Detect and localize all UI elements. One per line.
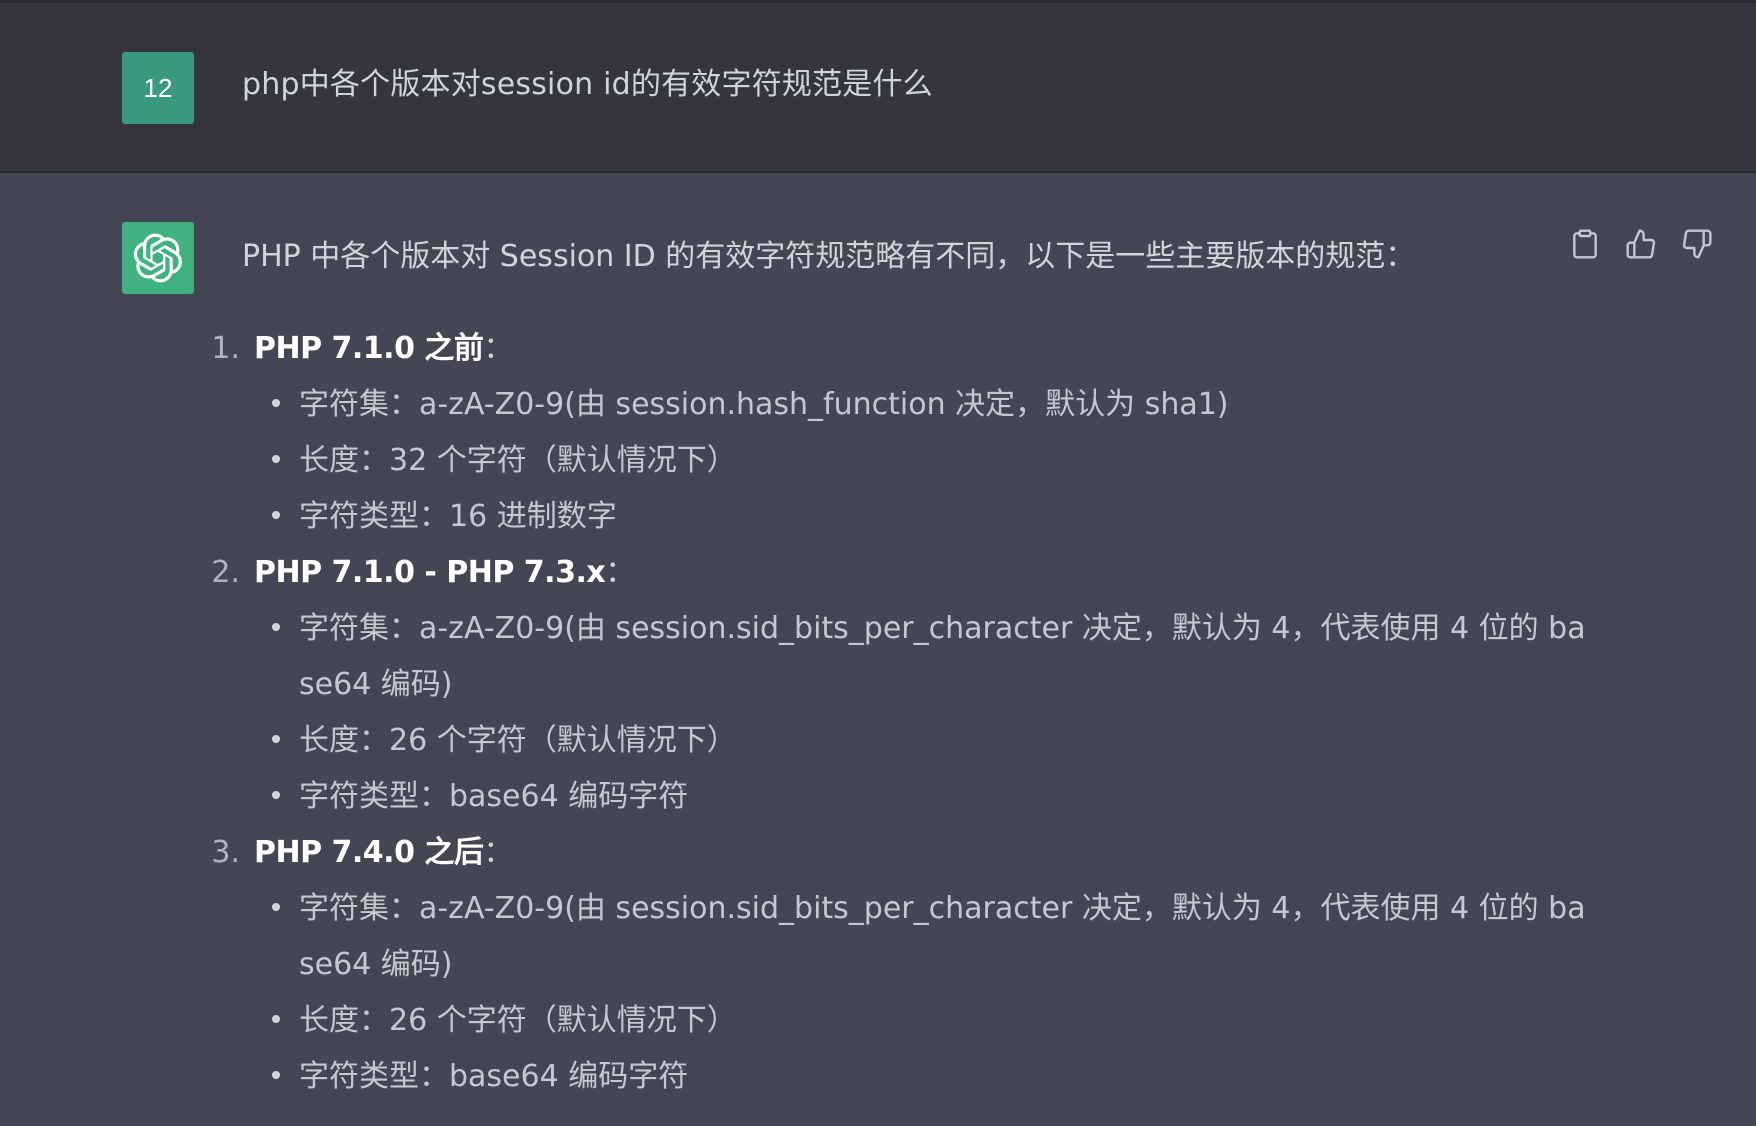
thumbs-up-icon — [1626, 229, 1656, 259]
list-item: 长度：26 个字符（默认情况下） — [200, 713, 1560, 769]
openai-logo-icon — [122, 222, 194, 294]
section-title: PHP 7.1.0 之前： — [254, 331, 513, 366]
list-item: 字符类型：16 进制数字 — [200, 489, 1560, 545]
list-number: 3. — [211, 835, 240, 870]
section-heading: 3. PHP 7.4.0 之后： — [200, 825, 1560, 881]
list-item: 长度：32 个字符（默认情况下） — [200, 433, 1560, 489]
list-number: 1. — [211, 331, 240, 366]
version-section: 1. PHP 7.1.0 之前： 字符集：a-zA-Z0-9(由 session… — [200, 321, 1560, 545]
thumbs-down-icon — [1682, 229, 1712, 259]
list-item: 字符集：a-zA-Z0-9(由 session.sid_bits_per_cha… — [200, 601, 1586, 713]
user-message-row: 12 php中各个版本对session id的有效字符规范是什么 — [0, 3, 1756, 173]
assistant-answer-list: 1. PHP 7.1.0 之前： 字符集：a-zA-Z0-9(由 session… — [200, 321, 1586, 1105]
user-avatar: 12 — [122, 52, 194, 124]
list-item: 字符集：a-zA-Z0-9(由 session.sid_bits_per_cha… — [200, 881, 1586, 993]
message-actions — [1568, 227, 1714, 261]
thumbs-down-button[interactable] — [1680, 227, 1714, 261]
user-message-text: php中各个版本对session id的有效字符规范是什么 — [242, 67, 933, 102]
section-title: PHP 7.1.0 - PHP 7.3.x： — [254, 555, 635, 590]
list-item: 字符类型：base64 编码字符 — [200, 1049, 1560, 1105]
copy-button[interactable] — [1568, 227, 1602, 261]
list-item: 长度：26 个字符（默认情况下） — [200, 993, 1560, 1049]
assistant-message-row: PHP 中各个版本对 Session ID 的有效字符规范略有不同，以下是一些主… — [0, 173, 1756, 1126]
copy-icon — [1573, 229, 1597, 259]
thumbs-up-button[interactable] — [1624, 227, 1658, 261]
list-item: 字符类型：base64 编码字符 — [200, 769, 1560, 825]
section-heading: 2. PHP 7.1.0 - PHP 7.3.x： — [200, 545, 1560, 601]
assistant-intro-text: PHP 中各个版本对 Session ID 的有效字符规范略有不同，以下是一些主… — [242, 239, 1416, 274]
section-heading: 1. PHP 7.1.0 之前： — [200, 321, 1560, 377]
list-item: 字符集：a-zA-Z0-9(由 session.hash_function 决定… — [200, 377, 1560, 433]
section-title: PHP 7.4.0 之后： — [254, 835, 513, 870]
list-number: 2. — [211, 555, 240, 590]
version-section: 2. PHP 7.1.0 - PHP 7.3.x： 字符集：a-zA-Z0-9(… — [200, 545, 1586, 825]
version-section: 3. PHP 7.4.0 之后： 字符集：a-zA-Z0-9(由 session… — [200, 825, 1586, 1105]
